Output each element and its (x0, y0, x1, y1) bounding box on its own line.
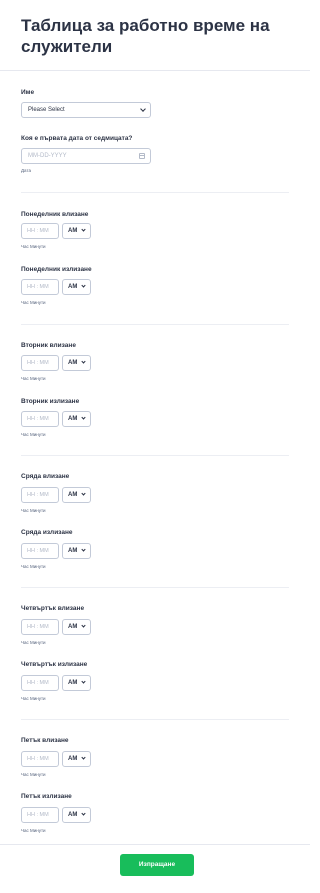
tuesday-in-sublabel: Час Минути (21, 376, 46, 381)
form-page: Таблица за работно време на служители Им… (0, 0, 310, 893)
thursday-in-ampm-select[interactable]: AM (62, 619, 91, 635)
thursday-out-ampm-select[interactable]: AM (62, 675, 91, 691)
wednesday-in-ampm-select[interactable]: AM (62, 487, 91, 503)
tuesday-in-ampm-value: AM (68, 360, 78, 366)
calendar-icon[interactable] (139, 153, 145, 159)
tuesday-in-time-input[interactable]: HH : MM (21, 355, 59, 371)
monday-in-time-input[interactable]: HH : MM (21, 223, 59, 239)
friday-out-time-placeholder: HH : MM (27, 812, 49, 818)
monday-out-time-input[interactable]: HH : MM (21, 279, 59, 295)
friday-out-sublabel: Час Минути (21, 828, 46, 833)
first-date-input[interactable]: MM-DD-YYYY (21, 148, 151, 164)
name-select[interactable]: Please Select (21, 102, 151, 118)
monday-in-sublabel: Час Минути (21, 244, 46, 249)
tuesday-out-time-placeholder: HH : MM (27, 416, 49, 422)
first-date-placeholder: MM-DD-YYYY (28, 153, 67, 159)
wednesday-out-label: Сряда излизане (21, 529, 73, 536)
thursday-out-time-input[interactable]: HH : MM (21, 675, 59, 691)
monday-in-label: Понеделник влизане (21, 211, 89, 218)
chevron-down-icon (81, 679, 86, 684)
thursday-in-ampm-value: AM (68, 624, 78, 630)
monday-in-ampm-select[interactable]: AM (62, 223, 91, 239)
thursday-in-time-input[interactable]: HH : MM (21, 619, 59, 635)
thursday-out-sublabel: Час Минути (21, 696, 46, 701)
monday-out-label: Понеделник излизане (21, 266, 92, 273)
wednesday-out-time-placeholder: HH : MM (27, 548, 49, 554)
tuesday-out-ampm-value: AM (68, 416, 78, 422)
section-divider (21, 324, 289, 325)
name-select-value: Please Select (28, 107, 65, 113)
friday-in-label: Петък влизане (21, 737, 69, 744)
wednesday-out-ampm-value: AM (68, 548, 78, 554)
section-divider (21, 719, 289, 720)
section-divider (21, 455, 289, 456)
chevron-down-icon (81, 227, 86, 232)
tuesday-out-label: Вторник излизане (21, 398, 80, 405)
tuesday-in-ampm-select[interactable]: AM (62, 355, 91, 371)
form-title: Таблица за работно време на служители (21, 16, 270, 56)
name-label: Име (21, 89, 35, 96)
friday-out-label: Петък излизане (21, 793, 72, 800)
wednesday-in-sublabel: Час Минути (21, 508, 46, 513)
wednesday-in-time-placeholder: HH : MM (27, 492, 49, 498)
friday-out-time-input[interactable]: HH : MM (21, 807, 59, 823)
monday-out-ampm-select[interactable]: AM (62, 279, 91, 295)
chevron-down-icon (140, 106, 146, 112)
friday-out-ampm-select[interactable]: AM (62, 807, 91, 823)
friday-out-ampm-value: AM (68, 812, 78, 818)
section-divider (21, 587, 289, 588)
chevron-down-icon (81, 623, 86, 628)
tuesday-in-label: Вторник влизане (21, 342, 76, 349)
chevron-down-icon (81, 359, 86, 364)
tuesday-in-time-placeholder: HH : MM (27, 360, 49, 366)
monday-in-time-placeholder: HH : MM (27, 228, 49, 234)
wednesday-out-ampm-select[interactable]: AM (62, 543, 91, 559)
section-divider (21, 192, 289, 193)
thursday-out-time-placeholder: HH : MM (27, 680, 49, 686)
thursday-in-label: Четвъртък влизане (21, 605, 85, 612)
tuesday-out-time-input[interactable]: HH : MM (21, 411, 59, 427)
tuesday-out-ampm-select[interactable]: AM (62, 411, 91, 427)
wednesday-out-sublabel: Час Минути (21, 564, 46, 569)
friday-in-time-placeholder: HH : MM (27, 756, 49, 762)
submit-button[interactable]: Изпращане (120, 854, 194, 876)
friday-in-sublabel: Час Минути (21, 772, 46, 777)
wednesday-out-time-input[interactable]: HH : MM (21, 543, 59, 559)
friday-in-ampm-select[interactable]: AM (62, 751, 91, 767)
chevron-down-icon (81, 811, 86, 816)
thursday-out-label: Четвъртък излизане (21, 661, 88, 668)
title-divider (0, 70, 310, 71)
friday-in-time-input[interactable]: HH : MM (21, 751, 59, 767)
monday-out-sublabel: Час Минути (21, 300, 46, 305)
monday-out-time-placeholder: HH : MM (27, 284, 49, 290)
thursday-out-ampm-value: AM (68, 680, 78, 686)
monday-out-ampm-value: AM (68, 284, 78, 290)
chevron-down-icon (81, 755, 86, 760)
first-date-sublabel: Дата (21, 168, 31, 173)
thursday-in-time-placeholder: HH : MM (27, 624, 49, 630)
footer-divider (0, 844, 310, 845)
wednesday-in-time-input[interactable]: HH : MM (21, 487, 59, 503)
chevron-down-icon (81, 283, 86, 288)
tuesday-out-sublabel: Час Минути (21, 432, 46, 437)
chevron-down-icon (81, 491, 86, 496)
chevron-down-icon (81, 415, 86, 420)
wednesday-in-ampm-value: AM (68, 492, 78, 498)
first-date-label: Коя е първата дата от седмицата? (21, 135, 133, 142)
monday-in-ampm-value: AM (68, 228, 78, 234)
friday-in-ampm-value: AM (68, 756, 78, 762)
wednesday-in-label: Сряда влизане (21, 473, 70, 480)
thursday-in-sublabel: Час Минути (21, 640, 46, 645)
chevron-down-icon (81, 547, 86, 552)
